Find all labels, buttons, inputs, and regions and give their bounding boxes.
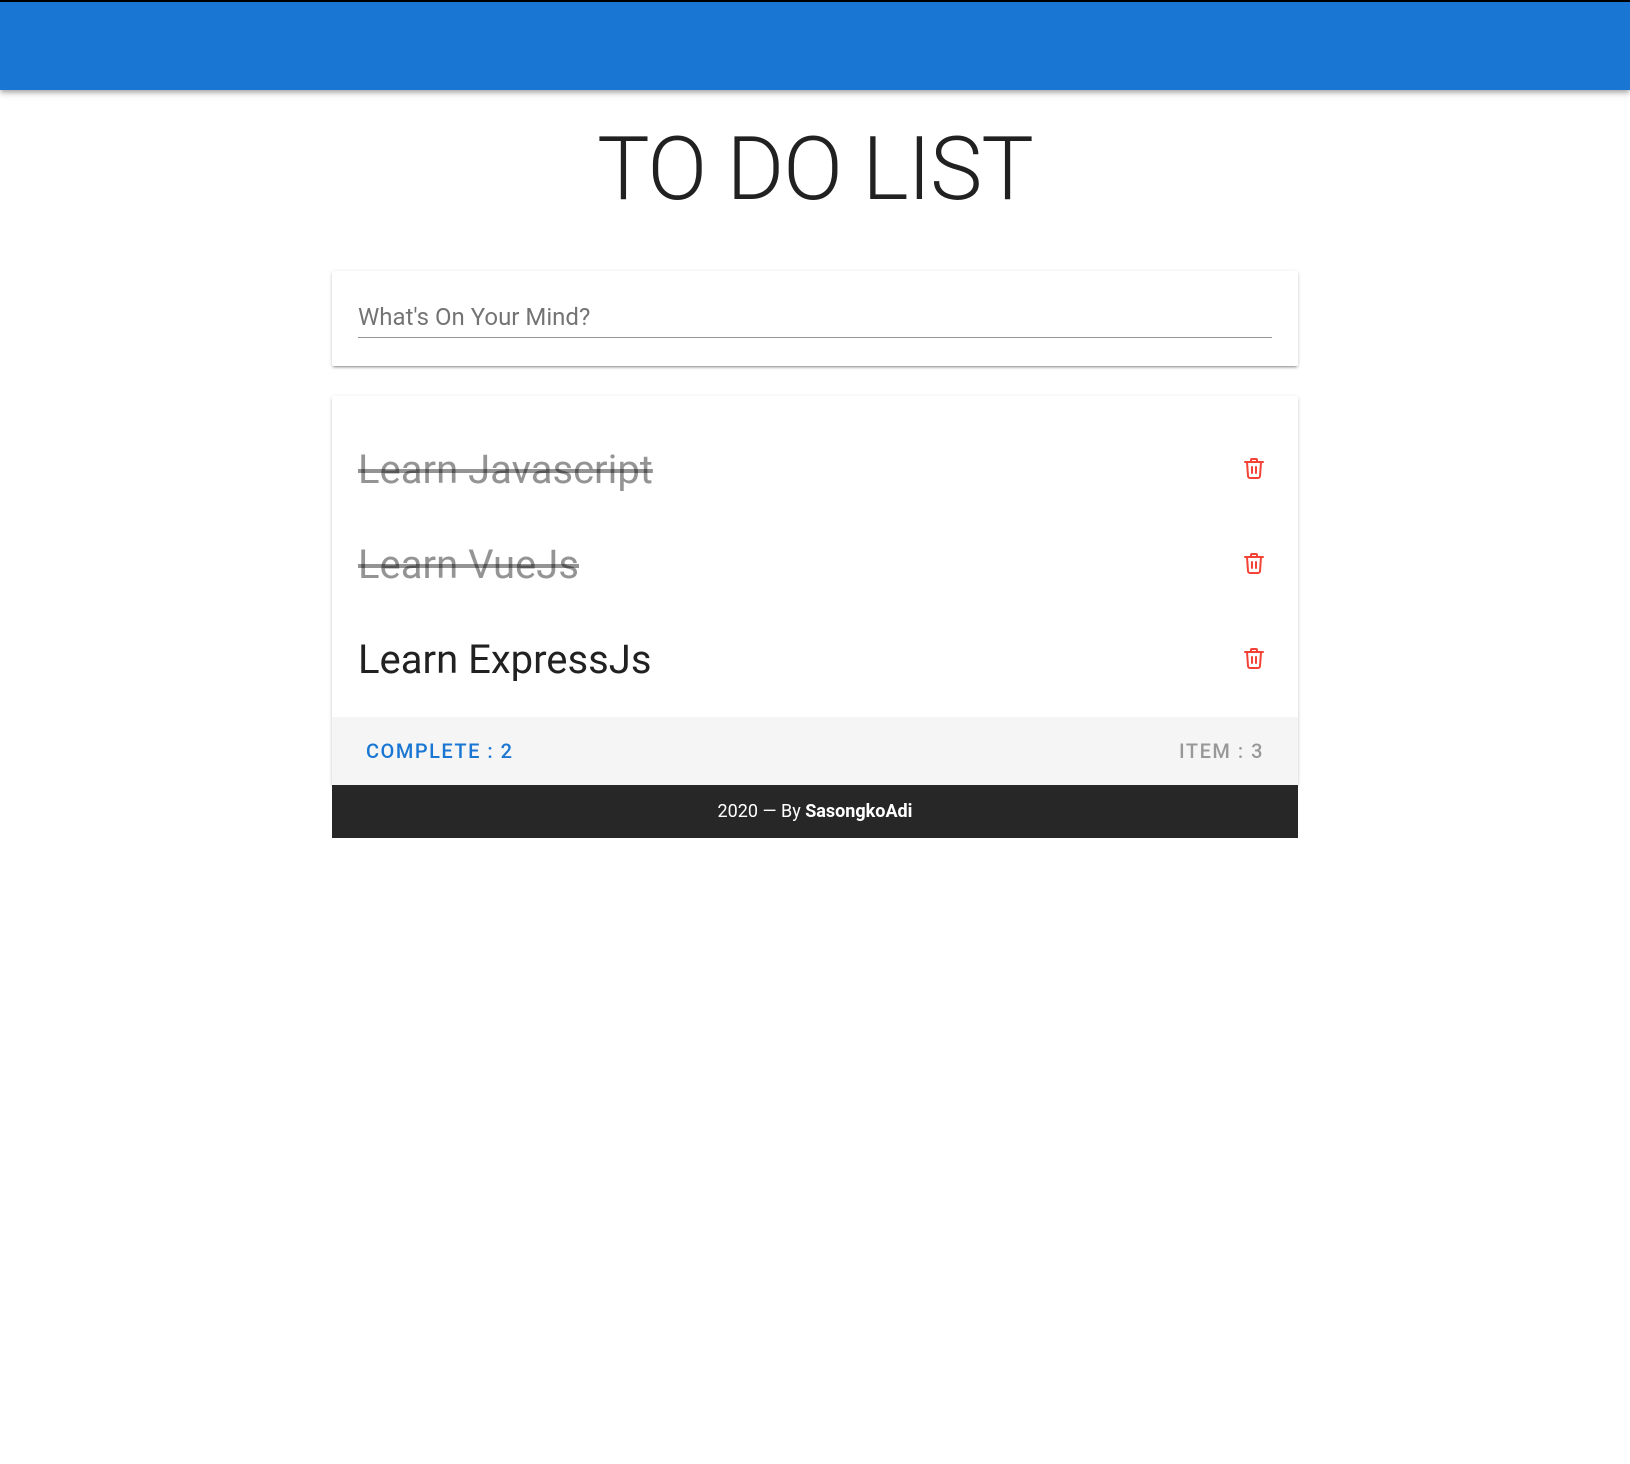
trash-icon — [1242, 456, 1266, 483]
main-container: TO DO LIST Learn JavascriptLearn VueJsLe… — [320, 118, 1310, 838]
footer-sep: — By — [758, 801, 805, 822]
trash-icon — [1242, 646, 1266, 673]
delete-button[interactable] — [1236, 640, 1272, 679]
app-header-bar — [0, 0, 1630, 90]
todo-text[interactable]: Learn Javascript — [358, 446, 653, 493]
page-title: TO DO LIST — [332, 118, 1298, 221]
new-todo-field — [358, 297, 1272, 338]
todo-row: Learn Javascript — [358, 422, 1272, 517]
footer-year: 2020 — [718, 801, 758, 822]
new-todo-card — [332, 271, 1298, 366]
delete-button[interactable] — [1236, 545, 1272, 584]
item-count: ITEM : 3 — [1179, 739, 1264, 763]
complete-label: COMPLETE : — [366, 739, 501, 763]
item-value: 3 — [1251, 739, 1264, 763]
status-bar: COMPLETE : 2 ITEM : 3 — [332, 717, 1298, 785]
todo-list: Learn Javascript Learn VueJs Learn Express… — [332, 396, 1298, 717]
complete-count: COMPLETE : 2 — [366, 739, 513, 763]
todo-text[interactable]: Learn VueJs — [358, 541, 579, 588]
footer: 2020 — By SasongkoAdi — [332, 785, 1298, 838]
trash-icon — [1242, 551, 1266, 578]
todo-row: Learn VueJs — [358, 517, 1272, 612]
todo-text[interactable]: Learn ExpressJs — [358, 636, 652, 683]
todo-list-card: Learn Javascript Learn VueJs Learn Express… — [332, 396, 1298, 785]
delete-button[interactable] — [1236, 450, 1272, 489]
new-todo-input[interactable] — [358, 297, 1272, 338]
item-label: ITEM : — [1179, 739, 1251, 763]
footer-author: SasongkoAdi — [805, 801, 912, 822]
todo-row: Learn ExpressJs — [358, 612, 1272, 707]
complete-value: 2 — [501, 739, 514, 763]
